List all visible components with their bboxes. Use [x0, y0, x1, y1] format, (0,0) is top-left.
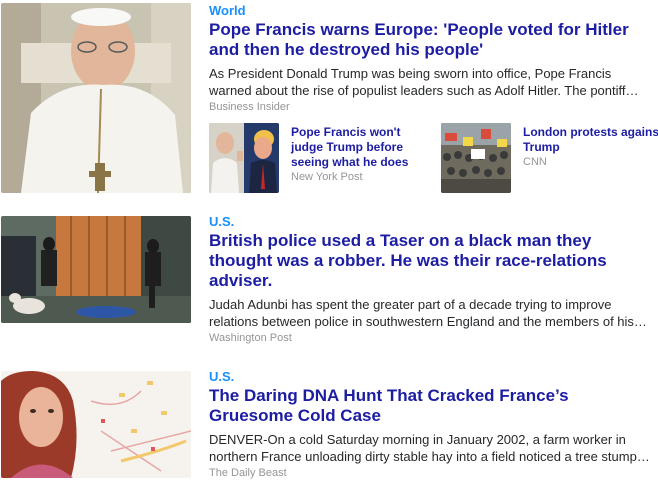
- related-source: CNN: [523, 156, 547, 168]
- story-summary: Judah Adunbi has spent the greater part …: [209, 297, 647, 329]
- story-thumbnail-pope[interactable]: [1, 3, 191, 193]
- cold-case-photo: [1, 371, 191, 478]
- police-taser-photo: [1, 216, 191, 323]
- related-title[interactable]: London protests agains Trump: [523, 125, 658, 155]
- related-story-1[interactable]: Pope Francis won't judge Trump before se…: [209, 123, 434, 195]
- related-thumbnail-pope-trump[interactable]: [209, 123, 279, 193]
- pope-trump-photo: [209, 123, 279, 193]
- related-thumbnail-protest[interactable]: [441, 123, 511, 193]
- story-thumbnail-dna-case[interactable]: [1, 371, 191, 478]
- story-item[interactable]: U.S. The Daring DNA Hunt That Cracked Fr…: [0, 369, 658, 487]
- related-source: New York Post: [291, 171, 363, 183]
- story-headline[interactable]: Pope Francis warns Europe: 'People voted…: [209, 20, 654, 60]
- story-source: Washington Post: [209, 332, 292, 344]
- story-headline[interactable]: The Daring DNA Hunt That Cracked France’…: [209, 386, 654, 426]
- related-story-2[interactable]: London protests agains Trump CNN: [441, 123, 658, 195]
- story-summary: As President Donald Trump was being swor…: [209, 66, 639, 98]
- story-category[interactable]: World: [209, 3, 654, 19]
- story-summary: DENVER-On a cold Saturday morning in Jan…: [209, 432, 650, 464]
- story-thumbnail-police[interactable]: [1, 216, 191, 323]
- related-title[interactable]: Pope Francis won't judge Trump before se…: [291, 125, 433, 170]
- protest-photo: [441, 123, 511, 193]
- story-source: The Daily Beast: [209, 467, 287, 479]
- story-item[interactable]: U.S. British police used a Taser on a bl…: [0, 214, 658, 354]
- story-item[interactable]: World Pope Francis warns Europe: 'People…: [0, 0, 658, 196]
- story-source: Business Insider: [209, 101, 290, 113]
- story-headline[interactable]: British police used a Taser on a black m…: [209, 231, 654, 291]
- pope-photo: [1, 3, 191, 193]
- story-category[interactable]: U.S.: [209, 369, 654, 385]
- story-category[interactable]: U.S.: [209, 214, 654, 230]
